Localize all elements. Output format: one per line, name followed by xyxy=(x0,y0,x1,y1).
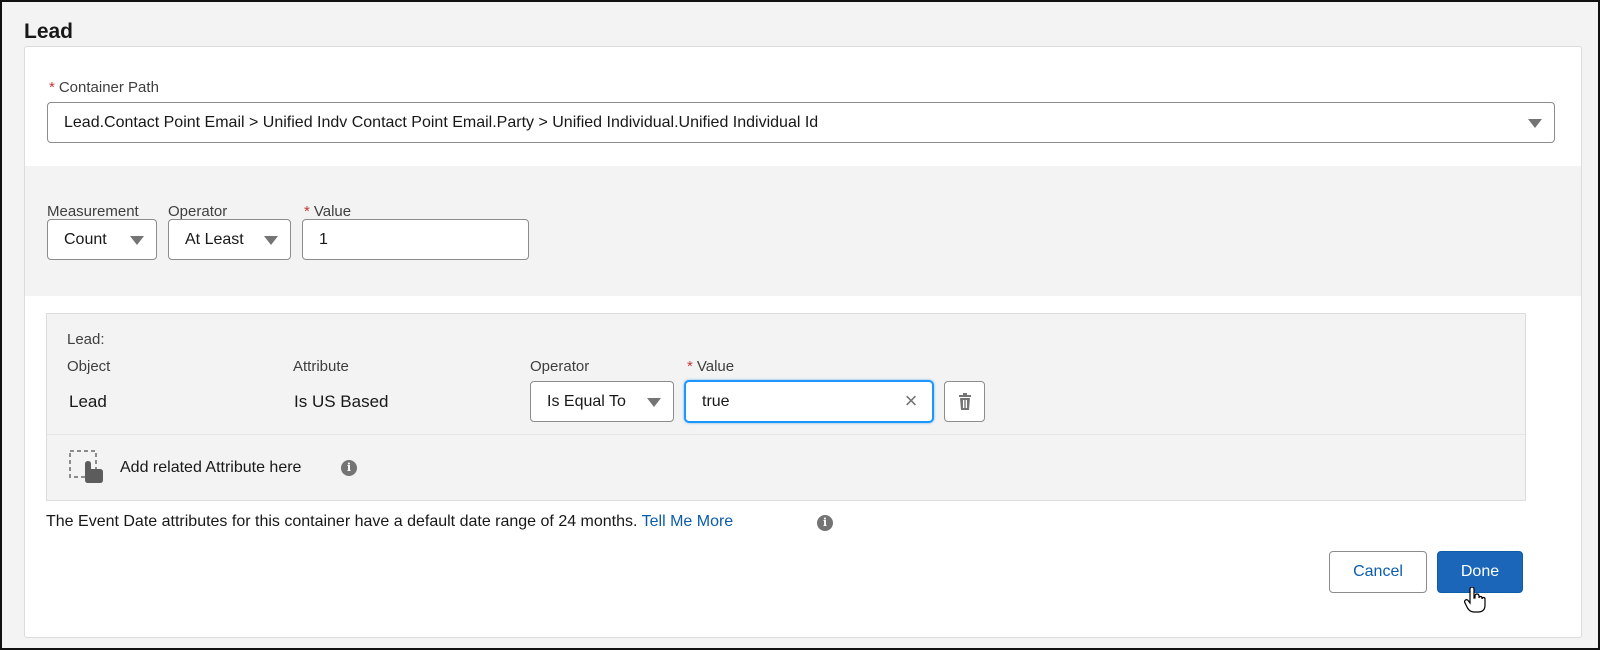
value-input-text: 1 xyxy=(319,230,328,248)
container-path-label: * Container Path xyxy=(49,79,159,96)
value-input[interactable]: 1 xyxy=(302,219,529,260)
measurement-label: Measurement xyxy=(47,203,139,220)
panel-heading: Lead: xyxy=(67,331,105,348)
section-title: Lead xyxy=(24,20,74,43)
delete-attribute-button[interactable] xyxy=(944,381,985,422)
operator-value: At Least xyxy=(185,230,244,248)
operator-select[interactable]: At Least xyxy=(168,219,291,260)
container-card: * Container Path Lead.Contact Point Email… xyxy=(24,46,1582,638)
measurement-select[interactable]: Count xyxy=(47,219,157,260)
filter-operator-select[interactable]: Is Equal To xyxy=(530,381,674,422)
panel-divider xyxy=(47,434,1525,435)
required-mark: * xyxy=(49,79,55,96)
chevron-down-icon xyxy=(647,397,661,407)
value-label: * Value xyxy=(304,203,352,220)
attribute-label: Attribute xyxy=(293,358,349,375)
chevron-down-icon xyxy=(130,235,144,245)
chevron-down-icon xyxy=(264,235,278,245)
container-path-select[interactable]: Lead.Contact Point Email > Unified Indv … xyxy=(47,102,1555,143)
filter-operator-label: Operator xyxy=(530,358,590,375)
attribute-panel: Lead: Object Attribute Operator * Value L… xyxy=(46,313,1526,501)
measurement-value: Count xyxy=(64,230,107,248)
window-frame: Lead * Container Path Lead.Contact Point … xyxy=(0,0,1600,650)
object-value: Lead xyxy=(69,392,107,411)
tell-me-more-link[interactable]: Tell Me More xyxy=(642,513,734,530)
info-icon[interactable]: i xyxy=(341,460,357,476)
note-text: The Event Date attributes for this conta… xyxy=(46,513,638,530)
event-date-note: The Event Date attributes for this conta… xyxy=(46,513,733,531)
add-related-attribute-text: Add related Attribute here xyxy=(120,459,302,476)
measurement-section: Measurement Count Operator At Least * Val… xyxy=(25,166,1581,296)
info-icon[interactable]: i xyxy=(817,515,833,531)
chevron-down-icon xyxy=(1528,118,1542,128)
object-label: Object xyxy=(67,358,111,375)
cancel-button[interactable]: Cancel xyxy=(1329,551,1427,593)
filter-value-text: true xyxy=(702,392,730,410)
filter-operator-value: Is Equal To xyxy=(547,392,626,410)
required-mark: * xyxy=(687,358,693,375)
close-icon[interactable]: × xyxy=(902,390,920,412)
required-mark: * xyxy=(304,203,310,220)
operator-label: Operator xyxy=(168,203,228,220)
container-path-value: Lead.Contact Point Email > Unified Indv … xyxy=(64,113,819,131)
hand-cursor-icon xyxy=(1464,587,1486,613)
attribute-value: Is US Based xyxy=(294,392,389,411)
drag-drop-icon xyxy=(69,450,103,483)
trash-icon xyxy=(958,393,971,410)
filter-value-input[interactable]: true × xyxy=(685,381,933,422)
filter-value-label: * Value xyxy=(687,358,735,375)
